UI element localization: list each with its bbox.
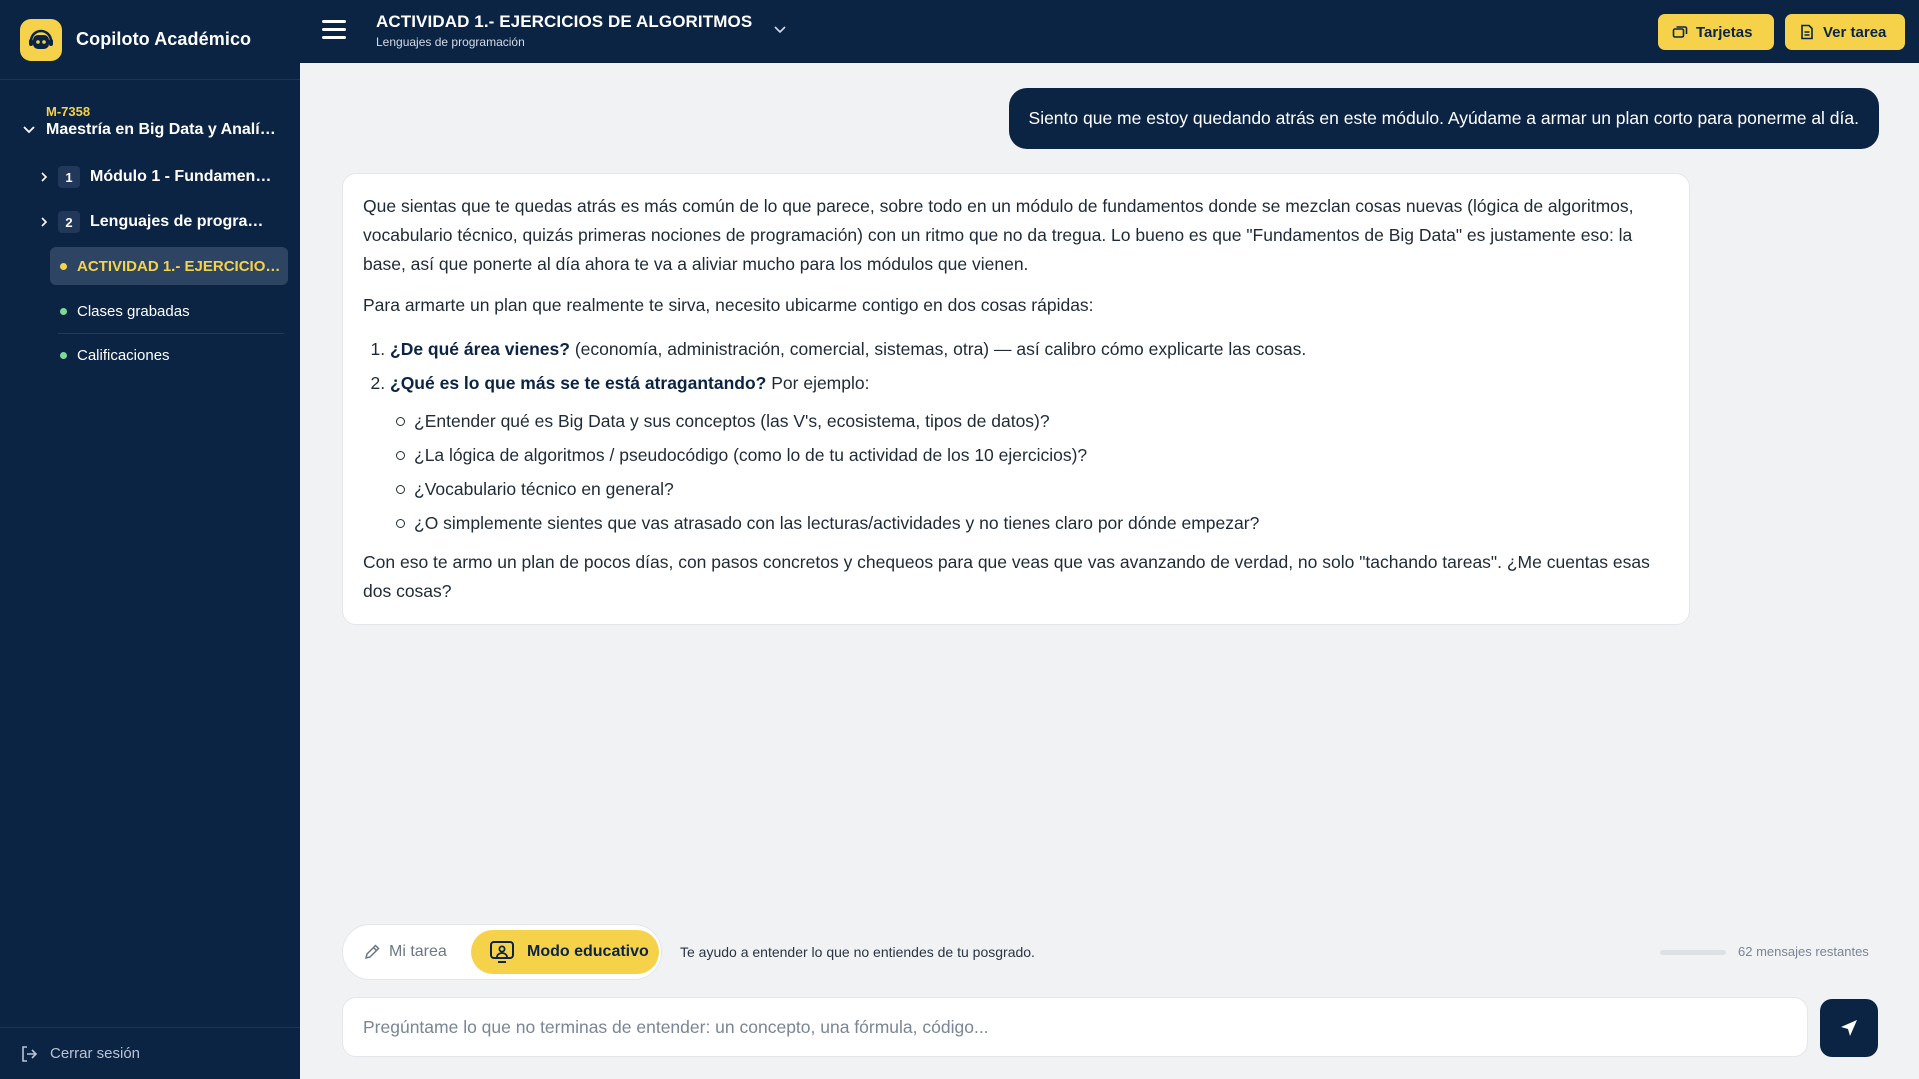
question-item: ¿De qué área vienes? (economía, administ… xyxy=(390,332,1669,366)
status-dot xyxy=(60,351,67,359)
module-number: 2 xyxy=(58,211,80,233)
chat-input[interactable] xyxy=(342,997,1808,1057)
teacher-board-icon xyxy=(490,941,514,963)
module-label: Módulo 1 - Fundamentos de Big Data xyxy=(90,168,272,185)
cards-button-label: Tarjetas xyxy=(1696,23,1753,41)
sidebar-item-label: ACTIVIDAD 1.- EJERCICIOS DE ALGORITMOS xyxy=(77,257,288,275)
chevron-down-icon xyxy=(23,126,35,134)
send-button[interactable] xyxy=(1820,999,1878,1057)
assistant-paragraph: Con eso te armo un plan de pocos días, c… xyxy=(363,552,1650,601)
program-item[interactable]: M-7358 Maestría en Big Data y Analítica xyxy=(0,80,300,139)
assistant-paragraph: Que sientas que te quedas atrás es más c… xyxy=(363,196,1634,274)
page-subtitle: Lenguajes de programación xyxy=(376,35,525,49)
chevron-down-icon[interactable] xyxy=(773,22,787,36)
sidebar-module-2[interactable]: 2 Lenguajes de programación xyxy=(38,207,288,237)
document-icon xyxy=(1801,24,1813,40)
status-dot xyxy=(60,262,67,270)
logout-button[interactable]: Cerrar sesión xyxy=(0,1027,300,1079)
mode-switcher: Mi tarea Modo educativo xyxy=(342,924,662,980)
remaining-progress-bar xyxy=(1660,950,1726,955)
example-item: ¿La lógica de algoritmos / pseudocódigo … xyxy=(396,438,1669,472)
example-item: ¿Vocabulario técnico en general? xyxy=(396,472,1669,506)
view-task-button[interactable]: Ver tarea xyxy=(1785,14,1905,50)
sidebar-module-1[interactable]: 1 Módulo 1 - Fundamentos de Big Data xyxy=(38,162,288,192)
assistant-paragraph: Para armarte un plan que realmente te si… xyxy=(363,295,1094,315)
user-message: Siento que me estoy quedando atrás en es… xyxy=(1008,88,1879,149)
mode-edu-label: Modo educativo xyxy=(527,943,649,960)
remaining-messages: 62 mensajes restantes xyxy=(1738,944,1869,959)
view-task-button-label: Ver tarea xyxy=(1823,23,1887,41)
mode-tab-task[interactable]: Mi tarea xyxy=(363,930,447,974)
sidebar-item-clases[interactable]: Clases grabadas xyxy=(50,292,288,330)
cards-icon xyxy=(1672,26,1688,38)
page-title: ACTIVIDAD 1.- EJERCICIOS DE ALGORITMOS xyxy=(376,12,753,31)
module-number: 1 xyxy=(58,166,80,188)
assistant-message: Que sientas que te quedas atrás es más c… xyxy=(342,173,1690,625)
top-bar: ACTIVIDAD 1.- EJERCICIOS DE ALGORITMOS L… xyxy=(300,0,1919,63)
example-item: ¿O simplemente sientes que vas atrasado … xyxy=(396,506,1669,540)
program-name: Maestría en Big Data y Analítica xyxy=(46,121,278,138)
send-arrow-icon xyxy=(1841,1020,1857,1036)
status-dot xyxy=(60,307,67,315)
divider xyxy=(58,333,284,334)
logout-label: Cerrar sesión xyxy=(50,1045,141,1062)
chevron-right-icon xyxy=(41,172,48,182)
sidebar-item-label: Calificaciones xyxy=(77,346,170,364)
cards-button[interactable]: Tarjetas xyxy=(1658,14,1774,50)
example-item: ¿Entender qué es Big Data y sus concepto… xyxy=(396,404,1669,438)
menu-icon[interactable] xyxy=(322,20,346,42)
module-label: Lenguajes de programación xyxy=(90,213,272,230)
example-list: ¿Entender qué es Big Data y sus concepto… xyxy=(388,404,1669,540)
pencil-icon xyxy=(364,944,380,960)
question-item: ¿Qué es lo que más se te está atragantan… xyxy=(390,366,1669,540)
sidebar-item-actividad[interactable]: ACTIVIDAD 1.- EJERCICIOS DE ALGORITMOS xyxy=(50,247,288,285)
brand[interactable]: Copiloto Académico xyxy=(0,0,300,80)
mode-tab-educational[interactable]: Modo educativo xyxy=(471,930,659,974)
app-name: Copiloto Académico xyxy=(76,29,252,49)
robot-headset-icon xyxy=(20,18,62,61)
logout-icon xyxy=(22,1045,38,1062)
sidebar-item-calificaciones[interactable]: Calificaciones xyxy=(50,336,288,374)
mode-hint: Te ayudo a entender lo que no entiendes … xyxy=(680,944,1035,960)
program-code: M-7358 xyxy=(46,104,91,119)
question-list: ¿De qué área vienes? (economía, administ… xyxy=(363,332,1669,540)
mode-task-label: Mi tarea xyxy=(389,943,447,960)
chevron-right-icon xyxy=(41,217,48,227)
sidebar-item-label: Clases grabadas xyxy=(77,302,190,320)
sidebar: Copiloto Académico M-7358 Maestría en Bi… xyxy=(0,0,300,1079)
